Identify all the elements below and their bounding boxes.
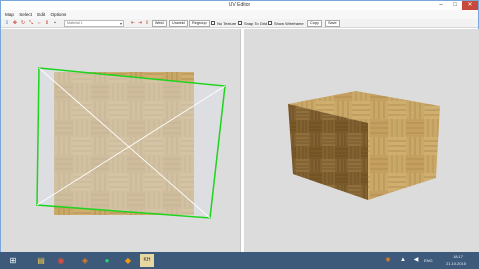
align-right-icon[interactable]: ⇥ — [137, 20, 143, 27]
scale-tool-icon[interactable]: ⤡ — [28, 20, 34, 27]
volume-icon[interactable]: ◀ — [409, 254, 423, 267]
no-texture-checkbox[interactable] — [211, 21, 215, 25]
maximize-button[interactable]: □ — [448, 1, 462, 10]
uv-editor-window: UV Editor – □ ✕ Map Select Edit Options … — [0, 0, 479, 252]
menu-select[interactable]: Select — [19, 10, 32, 19]
material-select-value: Material 1 — [67, 21, 83, 25]
rotate-tool-icon[interactable]: ↻ — [20, 20, 26, 27]
start-icon[interactable]: ⊞ — [6, 254, 20, 267]
minimize-button[interactable]: – — [434, 1, 448, 10]
uv-viewport[interactable] — [1, 29, 240, 252]
3d-preview-viewport[interactable] — [244, 29, 479, 252]
weld-button[interactable]: Weld — [152, 20, 167, 27]
align-center-icon[interactable]: ⇳ — [144, 20, 150, 27]
app-icon[interactable]: ● — [100, 254, 114, 267]
clock-time[interactable]: 18:17 — [453, 254, 463, 259]
clock-date[interactable]: 21.10.2015 — [446, 261, 466, 266]
move-tool-icon[interactable]: ✥ — [12, 20, 18, 27]
mirror-tool-icon[interactable]: ⇕ — [44, 20, 50, 27]
show-wireframe-label: Show Wireframe — [274, 21, 304, 26]
tray-app-icon[interactable]: ◉ — [381, 254, 395, 267]
close-button[interactable]: ✕ — [462, 1, 478, 10]
chrome-icon[interactable]: ◉ — [54, 254, 68, 267]
title-bar: UV Editor – □ ✕ — [1, 1, 478, 10]
window-title: UV Editor — [228, 2, 251, 8]
save-button[interactable]: Save — [325, 20, 340, 27]
chevron-down-icon: ▾ — [119, 21, 122, 26]
regroup-button[interactable]: Regroup — [189, 20, 210, 27]
unweld-button[interactable]: Unweld — [169, 20, 188, 27]
no-texture-label: No Texture — [217, 21, 237, 26]
align-left-icon[interactable]: ⇤ — [130, 20, 136, 27]
select-tool-icon[interactable]: ⇩ — [4, 20, 10, 27]
media-icon[interactable]: ◈ — [78, 254, 92, 267]
snap-to-grid-checkbox[interactable] — [238, 21, 242, 25]
toolbar: ⇩ ✥ ↻ ⤡ ⇔ ⇕ ▪ Material 1 ▾ ⇤ ⇥ ⇳ Weld Un… — [1, 19, 478, 28]
material-select[interactable]: Material 1 ▾ — [64, 20, 124, 27]
uv-canvas[interactable] — [1, 29, 240, 252]
kh-icon[interactable]: KH — [140, 254, 154, 267]
network-icon[interactable]: ▲ — [396, 254, 410, 267]
copy-button[interactable]: Copy — [307, 20, 322, 27]
app2-icon[interactable]: ◆ — [121, 254, 135, 267]
snap-to-grid-label: Snap To Grid — [244, 21, 268, 26]
explorer-icon[interactable]: ▤ — [34, 254, 48, 267]
show-wireframe-checkbox[interactable] — [268, 21, 272, 25]
menu-edit[interactable]: Edit — [37, 10, 45, 19]
menu-bar: Map Select Edit Options — [1, 10, 478, 19]
material-icon: ▪ — [54, 20, 56, 26]
taskbar: ⊞ ▤ ◉ ◈ ● ◆ KH ◉ ▲ ◀ ENG 18:17 21.10.201… — [0, 252, 479, 269]
3d-canvas[interactable] — [244, 29, 479, 252]
menu-map[interactable]: Map — [5, 10, 14, 19]
menu-options[interactable]: Options — [50, 10, 66, 19]
language-indicator[interactable]: ENG — [424, 258, 433, 263]
flip-tool-icon[interactable]: ⇔ — [36, 20, 42, 27]
